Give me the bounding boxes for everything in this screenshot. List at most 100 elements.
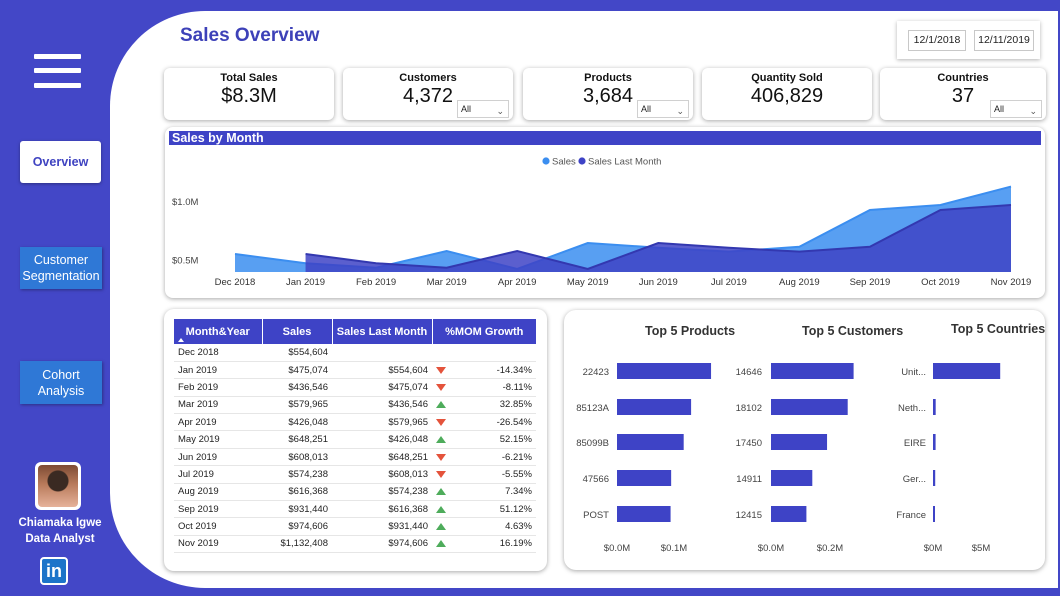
x-tick-label: Apr 2019 xyxy=(498,277,537,288)
cell-sales-last-month xyxy=(332,344,432,362)
growth-value: 51.12% xyxy=(499,503,532,515)
legend-label: Sales Last Month xyxy=(588,157,661,168)
dropdown-value: All xyxy=(461,104,472,114)
page-title: Sales Overview xyxy=(180,25,320,46)
table-row[interactable]: Aug 2019 $616,368 $574,238 7.34% xyxy=(174,483,536,502)
bar[interactable] xyxy=(771,434,828,450)
bar[interactable] xyxy=(617,399,692,415)
dropdown-value: All xyxy=(994,104,1005,114)
cell-sales-last-month: $436,546 xyxy=(332,396,432,415)
x-tick-label: $0.0M xyxy=(758,543,784,554)
nav-cohort-analysis-button[interactable]: Cohort Analysis xyxy=(20,361,102,404)
bar[interactable] xyxy=(617,434,684,450)
y-tick-label: $0.5M xyxy=(172,255,198,266)
countries-filter-dropdown[interactable]: All ⌄ xyxy=(990,100,1042,118)
cell-sales-last-month: $608,013 xyxy=(332,465,432,484)
x-tick-label: Aug 2019 xyxy=(779,277,820,288)
category-label: Neth... xyxy=(898,403,926,414)
customers-filter-dropdown[interactable]: All ⌄ xyxy=(457,100,509,118)
bar[interactable] xyxy=(771,506,807,522)
cell-month: Apr 2019 xyxy=(174,413,262,432)
date-to-field[interactable]: 12/11/2019 xyxy=(974,30,1034,51)
category-label: 22423 xyxy=(583,367,609,378)
kpi-label: Total Sales xyxy=(220,72,278,84)
category-label: Ger... xyxy=(903,474,926,485)
sales-by-month-svg: Sales Sales Last Month $0.5M $1.0M Dec 2018 J… xyxy=(172,157,1032,289)
cell-month: Jan 2019 xyxy=(174,361,262,380)
table-row[interactable]: Jul 2019 $574,238 $608,013 -5.55% xyxy=(174,465,536,484)
table-row[interactable]: Sep 2019 $931,440 $616,368 51.12% xyxy=(174,500,536,519)
bar[interactable] xyxy=(771,399,848,415)
down-arrow-icon xyxy=(436,453,446,461)
menu-icon[interactable] xyxy=(34,54,81,88)
bar[interactable] xyxy=(933,399,936,415)
table-row[interactable]: Jan 2019 $475,074 $554,604 -14.34% xyxy=(174,361,536,380)
up-arrow-icon xyxy=(436,540,446,548)
up-arrow-icon xyxy=(436,523,446,531)
bar[interactable] xyxy=(933,363,1001,379)
cell-mom-growth: -6.21% xyxy=(432,448,536,467)
cell-sales: $475,074 xyxy=(262,361,332,380)
kpi-label: Quantity Sold xyxy=(751,72,823,84)
bar[interactable] xyxy=(771,470,813,486)
table-row[interactable]: Mar 2019 $579,965 $436,546 32.85% xyxy=(174,396,536,415)
table-row[interactable]: Jun 2019 $608,013 $648,251 -6.21% xyxy=(174,448,536,467)
kpi-card-quantity-sold: Quantity Sold 406,829 xyxy=(702,68,872,120)
bar[interactable] xyxy=(617,363,712,379)
table-row[interactable]: Apr 2019 $426,048 $579,965 -26.54% xyxy=(174,413,536,432)
nav-overview-button[interactable]: Overview xyxy=(20,141,101,183)
x-tick-label: Feb 2019 xyxy=(356,277,396,288)
bar[interactable] xyxy=(933,470,936,486)
monthly-sales-table: Month&Year Sales Sales Last Month %MOM G… xyxy=(174,319,536,554)
category-label: 14911 xyxy=(736,474,762,485)
sort-ascending-icon[interactable] xyxy=(178,338,184,342)
table-row[interactable]: Nov 2019 $1,132,408 $974,606 16.19% xyxy=(174,535,536,554)
date-from-field[interactable]: 12/1/2018 xyxy=(908,30,966,51)
bar[interactable] xyxy=(617,506,671,522)
x-tick-label: Oct 2019 xyxy=(921,277,960,288)
cell-sales-last-month: $554,604 xyxy=(332,361,432,380)
linkedin-icon[interactable]: in xyxy=(40,557,68,585)
chart-top-5-customers: Top 5 Customers 14646 18102 17450 14911 12415… xyxy=(736,324,904,554)
category-label: POST xyxy=(583,510,609,521)
x-tick-label: Jun 2019 xyxy=(639,277,678,288)
cell-month: Oct 2019 xyxy=(174,517,262,536)
bar[interactable] xyxy=(933,434,936,450)
cell-month: Jun 2019 xyxy=(174,448,262,467)
products-filter-dropdown[interactable]: All ⌄ xyxy=(637,100,689,118)
bar[interactable] xyxy=(771,363,854,379)
cell-month: Mar 2019 xyxy=(174,396,262,415)
column-header-sales[interactable]: Sales xyxy=(262,319,333,344)
column-header-month[interactable]: Month&Year xyxy=(174,319,263,344)
up-arrow-icon xyxy=(436,505,446,513)
kpi-label: Products xyxy=(584,72,632,84)
nav-customer-segmentation-button[interactable]: Customer Segmentation xyxy=(20,247,102,289)
cell-mom-growth: 7.34% xyxy=(432,483,536,502)
column-header-mom-growth[interactable]: %MOM Growth xyxy=(432,319,536,344)
bar[interactable] xyxy=(617,470,672,486)
growth-value: 52.15% xyxy=(499,434,532,446)
cell-mom-growth: -26.54% xyxy=(432,413,536,432)
x-tick-label: $0.1M xyxy=(661,543,687,554)
cell-month: Aug 2019 xyxy=(174,483,262,502)
column-header-sales-last-month[interactable]: Sales Last Month xyxy=(332,319,433,344)
category-label: 17450 xyxy=(736,438,762,449)
category-label: EIRE xyxy=(904,438,926,449)
category-label: 12415 xyxy=(736,510,762,521)
table-row[interactable]: May 2019 $648,251 $426,048 52.15% xyxy=(174,430,536,449)
cell-month: Nov 2019 xyxy=(174,535,262,554)
x-tick-label: $0M xyxy=(924,543,943,554)
cell-sales: $574,238 xyxy=(262,465,332,484)
x-tick-label: Dec 2018 xyxy=(215,277,256,288)
table-row[interactable]: Oct 2019 $974,606 $931,440 4.63% xyxy=(174,517,536,536)
bar[interactable] xyxy=(933,506,935,522)
cell-month: May 2019 xyxy=(174,430,262,449)
cell-mom-growth: -8.11% xyxy=(432,378,536,397)
table-row[interactable]: Feb 2019 $436,546 $475,074 -8.11% xyxy=(174,378,536,397)
table-row[interactable]: Dec 2018 $554,604 xyxy=(174,344,536,362)
kpi-value: 406,829 xyxy=(750,85,824,107)
date-range-slicer[interactable]: 12/1/2018 12/11/2019 xyxy=(897,21,1040,59)
x-tick-label: Nov 2019 xyxy=(991,277,1032,288)
legend-marker xyxy=(578,157,586,165)
chart-title: Top 5 Customers xyxy=(802,324,903,338)
